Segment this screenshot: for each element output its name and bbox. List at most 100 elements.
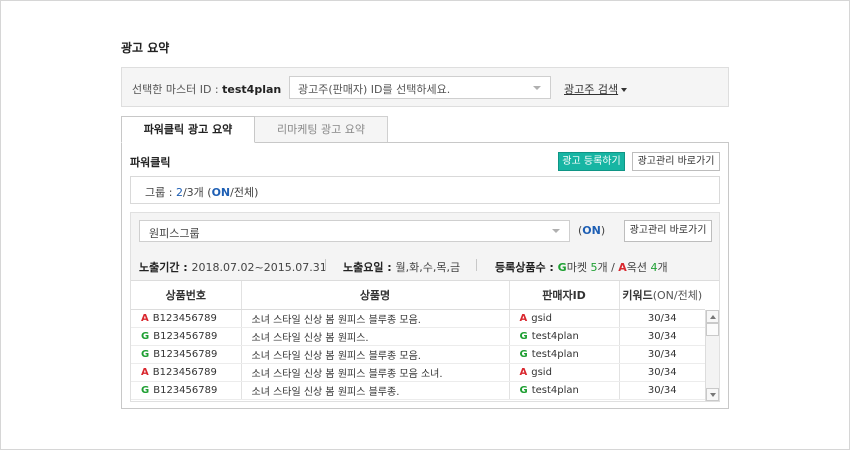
- scroll-thumb[interactable]: [706, 323, 719, 336]
- seller-id: test4plan: [531, 384, 579, 396]
- caret-down-icon: [621, 88, 628, 92]
- chevron-down-icon: [533, 86, 541, 90]
- gmarket-unit: 개 /: [597, 261, 619, 274]
- cell-product-name: 소녀 스타일 신상 봄 원피스.: [241, 327, 510, 346]
- table-row[interactable]: G B123456789 소녀 스타일 신상 봄 원피스 블루종 모음. Gtest4…: [131, 345, 705, 364]
- cell-keyword: 30/34: [619, 363, 705, 382]
- group-summary-text: 그룹 : 2/3개 (ON/전체): [145, 184, 258, 200]
- auction-label: 옥션: [626, 261, 651, 274]
- arrow-down-icon: [710, 393, 716, 397]
- table-row[interactable]: G B123456789 소녀 스타일 신상 봄 원피스 블루종. Gtest4pla…: [131, 381, 705, 400]
- seller-id: gsid: [531, 312, 552, 324]
- gmarket-label: 마켓: [566, 261, 591, 274]
- market-mark: G: [141, 384, 150, 396]
- header-keyword-sub: (ON/전체): [652, 288, 703, 302]
- seller-id: gsid: [531, 366, 552, 378]
- cell-keyword: 30/34: [619, 381, 705, 400]
- product-no: B123456789: [152, 312, 217, 324]
- cell-product-name: 소녀 스타일 신상 봄 원피스 블루종 모음 소녀.: [241, 363, 510, 382]
- info-divider: [476, 259, 477, 271]
- group-on-count: 2: [175, 186, 183, 199]
- register-ad-button[interactable]: 광고 등록하기: [558, 152, 625, 171]
- market-mark: A: [141, 366, 149, 378]
- exposure-days: 노출요일 : 월,화,수,목,금: [343, 259, 460, 275]
- group-manage-button[interactable]: 광고관리 바로가기: [624, 220, 712, 242]
- ad-manage-button[interactable]: 광고관리 바로가기: [632, 152, 720, 171]
- cell-product-no: G B123456789: [131, 327, 242, 346]
- seller-market-mark: A: [519, 366, 528, 378]
- master-id-value: test4plan: [222, 83, 282, 96]
- table-scrollbar[interactable]: [705, 310, 719, 401]
- group-tail-text: /전체): [230, 186, 259, 199]
- group-select[interactable]: 원피스그룹: [139, 220, 570, 242]
- header-product-no: 상품번호: [131, 281, 242, 310]
- cell-seller-id: Agsid: [509, 309, 620, 328]
- product-table: 상품번호 상품명 판매자ID 키워드(ON/전체) A B123456789 소녀 …: [131, 281, 705, 400]
- cell-product-no: G B123456789: [131, 381, 242, 400]
- section-title: 파워클릭: [130, 156, 171, 169]
- product-no: B123456789: [152, 366, 217, 378]
- registered-items-label: 등록상품수 :: [495, 261, 558, 274]
- group-summary-label: 그룹 :: [145, 186, 176, 199]
- header-seller-id: 판매자ID: [509, 281, 620, 310]
- table-row[interactable]: A B123456789 소녀 스타일 신상 봄 원피스 블루종 모음 소녀. Ags…: [131, 363, 705, 382]
- seller-id: test4plan: [531, 330, 579, 342]
- product-no: B123456789: [153, 348, 218, 360]
- master-id-bar: 선택한 마스터 ID : test4plan 광고주(판매자) ID를 선택하세…: [121, 67, 729, 107]
- cell-keyword: 30/34: [619, 345, 705, 364]
- group-on-text: ON: [211, 186, 231, 199]
- group-select-value: 원피스그룹: [149, 227, 200, 240]
- master-id-label-text: 선택한 마스터 ID :: [132, 83, 223, 96]
- seller-market-mark: G: [519, 348, 528, 360]
- gmarket-mark: G: [557, 261, 567, 274]
- advertiser-search-link[interactable]: 광고주 검색: [564, 81, 628, 97]
- group-status-close: ): [600, 224, 606, 237]
- cell-keyword: 30/34: [619, 327, 705, 346]
- exposure-period-value: 2018.07.02~2015.07.31: [191, 261, 327, 274]
- cell-product-name: 소녀 스타일 신상 봄 원피스 블루종.: [241, 381, 510, 400]
- chevron-down-icon: [552, 229, 560, 233]
- cell-product-name: 소녀 스타일 신상 봄 원피스 블루종 모음.: [241, 345, 510, 364]
- cell-seller-id: Gtest4plan: [509, 381, 620, 400]
- exposure-period: 노출기간 : 2018.07.02~2015.07.31: [139, 259, 327, 275]
- table-row[interactable]: G B123456789 소녀 스타일 신상 봄 원피스. Gtest4plan 30/…: [131, 327, 705, 346]
- product-no: B123456789: [153, 384, 218, 396]
- exposure-period-label: 노출기간 :: [139, 261, 192, 274]
- auction-mark: A: [618, 261, 627, 274]
- scroll-up-button[interactable]: [706, 310, 719, 323]
- powerclick-panel: 파워클릭 광고 등록하기 광고관리 바로가기 그룹 : 2/3개 (ON/전체)…: [121, 142, 729, 409]
- tab-remarketing-summary[interactable]: 리마케팅 광고 요약: [254, 116, 388, 143]
- cell-product-name: 소녀 스타일 신상 봄 원피스 블루종 모음.: [241, 309, 510, 328]
- exposure-days-label: 노출요일 :: [343, 261, 396, 274]
- product-table-wrap: 상품번호 상품명 판매자ID 키워드(ON/전체) A B123456789 소녀 …: [131, 280, 719, 401]
- group-status: (ON): [578, 224, 605, 237]
- market-mark: G: [141, 330, 150, 342]
- page-title: 광고 요약: [121, 41, 170, 55]
- group-status-value: ON: [582, 224, 601, 237]
- cell-product-no: A B123456789: [131, 309, 242, 328]
- product-no: B123456789: [153, 330, 218, 342]
- cell-seller-id: Gtest4plan: [509, 345, 620, 364]
- cell-keyword: 30/34: [619, 309, 705, 328]
- table-header-row: 상품번호 상품명 판매자ID 키워드(ON/전체): [131, 281, 705, 310]
- cell-product-no: G B123456789: [131, 345, 242, 364]
- header-keyword: 키워드(ON/전체): [619, 281, 705, 310]
- header-keyword-label: 키워드: [622, 288, 653, 302]
- group-summary: 그룹 : 2/3개 (ON/전체): [130, 176, 720, 204]
- group-total-text: /3개 (: [182, 186, 212, 199]
- market-mark: G: [141, 348, 150, 360]
- auction-count: 4: [650, 261, 658, 274]
- tab-powerclick-summary[interactable]: 파워클릭 광고 요약: [121, 116, 255, 143]
- scroll-down-button[interactable]: [706, 388, 719, 401]
- exposure-days-value: 월,화,수,목,금: [395, 261, 461, 274]
- table-row[interactable]: A B123456789 소녀 스타일 신상 봄 원피스 블루종 모음. Agsid 3…: [131, 309, 705, 328]
- advertiser-select-value: 광고주(판매자) ID를 선택하세요.: [298, 83, 451, 96]
- seller-market-mark: G: [519, 330, 528, 342]
- registered-items: 등록상품수 : G마켓 5개 / A옥션 4개: [495, 259, 668, 275]
- market-mark: A: [141, 312, 149, 324]
- cell-seller-id: Gtest4plan: [509, 327, 620, 346]
- group-detail-panel: 원피스그룹 (ON) 광고관리 바로가기 노출기간 : 2018.07.02~2…: [130, 212, 720, 402]
- master-id-label: 선택한 마스터 ID : test4plan: [132, 81, 281, 97]
- advertiser-select[interactable]: 광고주(판매자) ID를 선택하세요.: [289, 76, 551, 99]
- header-product-name: 상품명: [241, 281, 510, 310]
